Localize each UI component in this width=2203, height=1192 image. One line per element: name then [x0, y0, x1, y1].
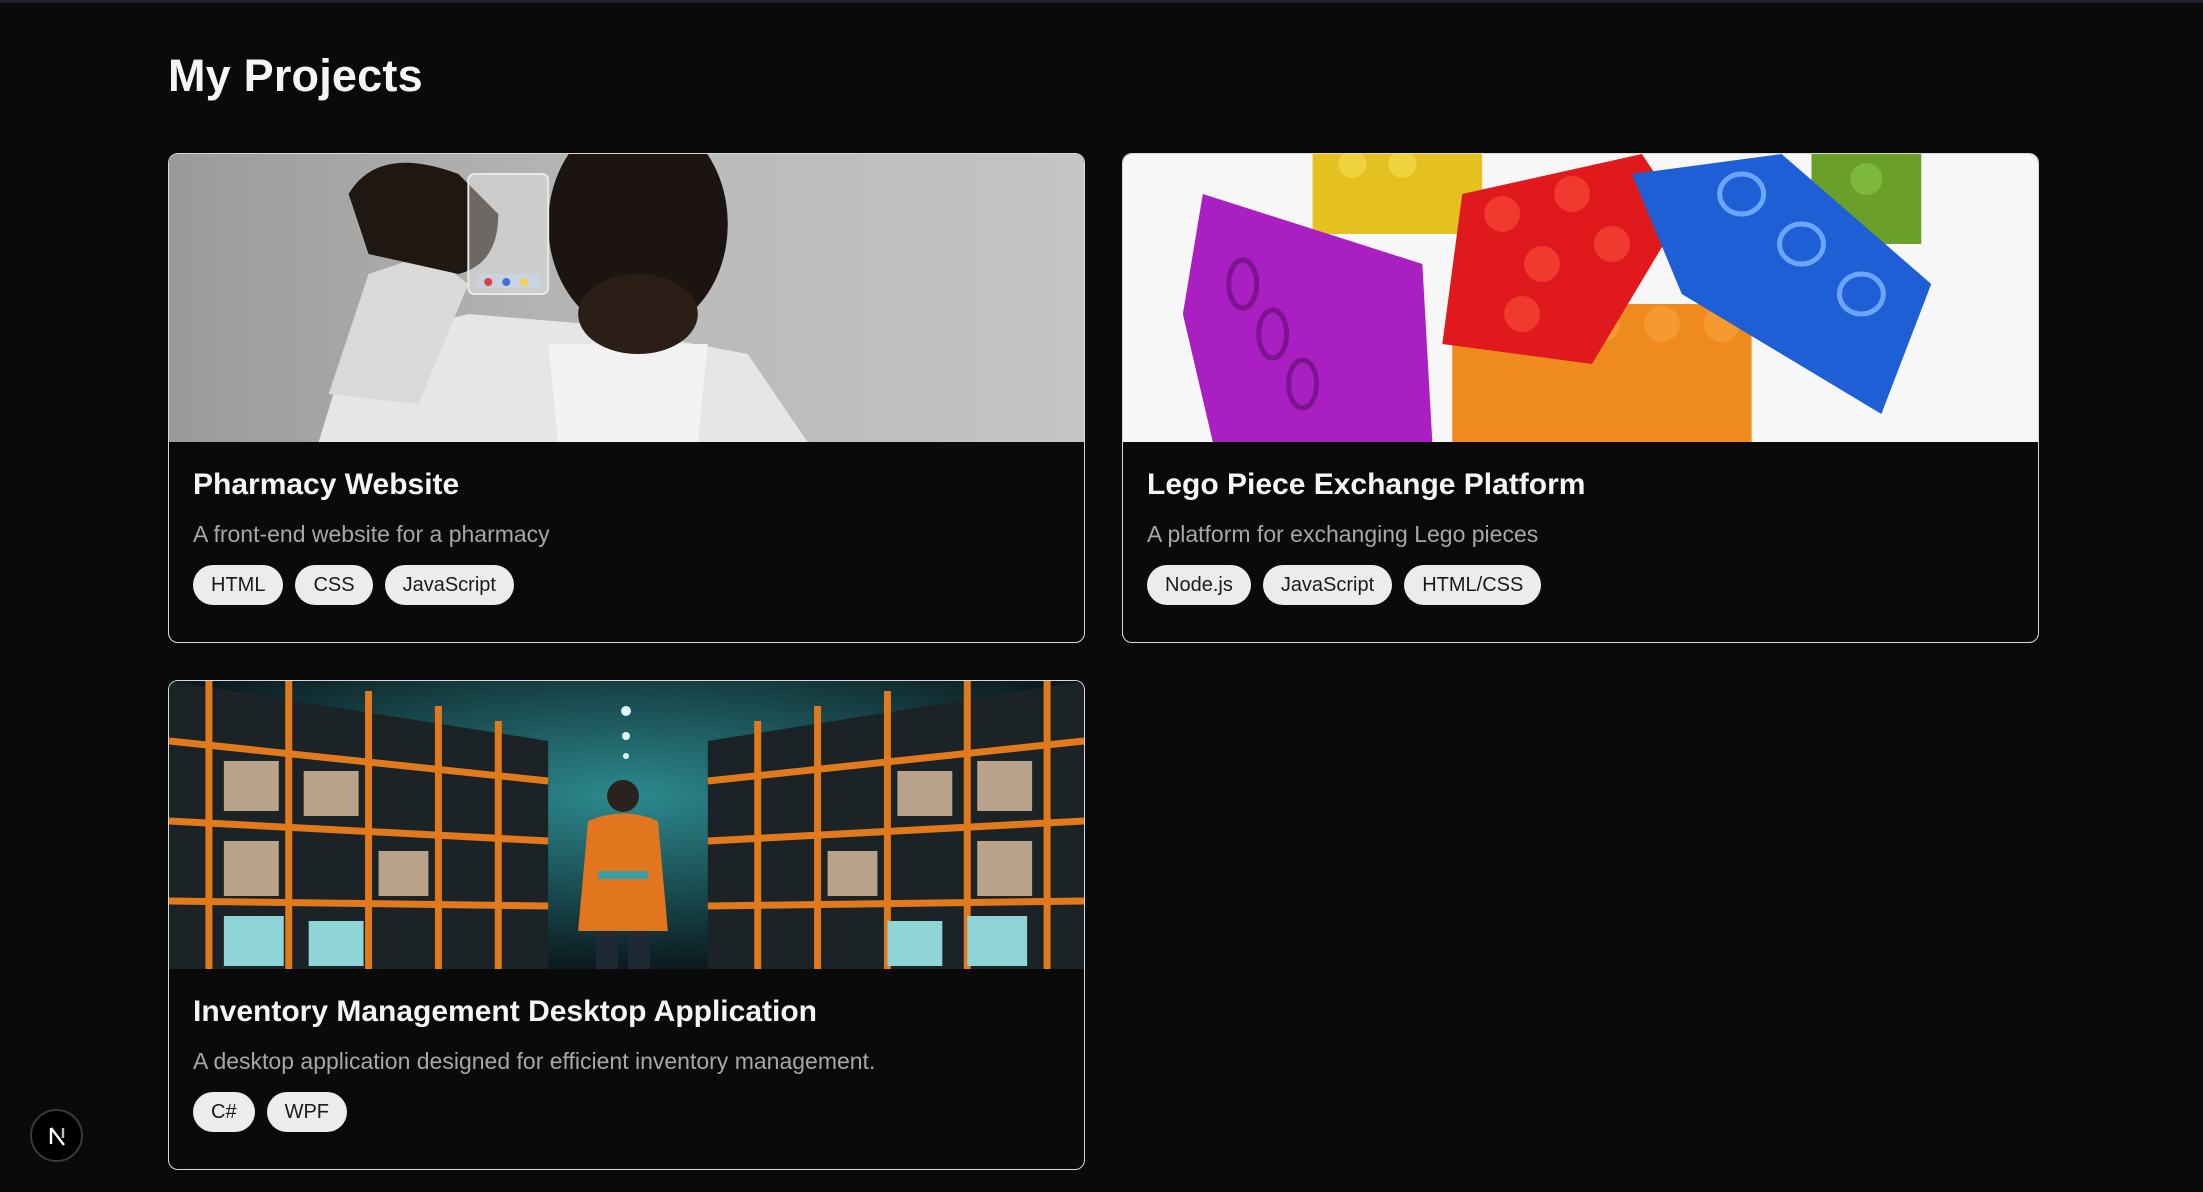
project-description: A front-end website for a pharmacy [193, 521, 550, 547]
page-title: My Projects [168, 50, 423, 101]
project-image-inventory [169, 681, 1084, 969]
tag-list: Node.js JavaScript HTML/CSS [1147, 565, 2014, 605]
tag-badge: JavaScript [384, 565, 514, 605]
tag-badge: C# [193, 1092, 255, 1132]
tag-badge: HTML/CSS [1404, 565, 1542, 605]
project-image-pharmacy [169, 154, 1084, 442]
tag-badge: JavaScript [1262, 565, 1393, 605]
project-card-lego[interactable]: Lego Piece Exchange Platform A platform … [1122, 153, 2039, 643]
warehouse-photo [169, 681, 1084, 969]
project-title: Lego Piece Exchange Platform [1147, 468, 1586, 501]
tag-badge: WPF [266, 1092, 348, 1132]
project-title: Pharmacy Website [193, 468, 460, 501]
nextjs-dev-tools-button[interactable] [30, 1109, 83, 1162]
tag-list: HTML CSS JavaScript [193, 565, 1060, 605]
lego-bricks-photo [1123, 154, 2038, 442]
project-image-lego [1123, 154, 2038, 442]
tag-badge: HTML [193, 565, 284, 605]
tag-badge: Node.js [1147, 565, 1251, 605]
project-card-pharmacy[interactable]: Pharmacy Website A front-end website for… [168, 153, 1085, 643]
project-title: Inventory Management Desktop Application [193, 995, 817, 1028]
top-border [0, 0, 2203, 3]
tag-list: C# WPF [193, 1092, 1060, 1132]
pharmacist-photo [169, 154, 1084, 442]
tag-badge: CSS [295, 565, 373, 605]
project-description: A platform for exchanging Lego pieces [1147, 521, 1539, 547]
nextjs-logo-icon [49, 1126, 65, 1146]
project-description: A desktop application designed for effic… [193, 1048, 876, 1074]
project-card-inventory[interactable]: Inventory Management Desktop Application… [168, 680, 1085, 1170]
